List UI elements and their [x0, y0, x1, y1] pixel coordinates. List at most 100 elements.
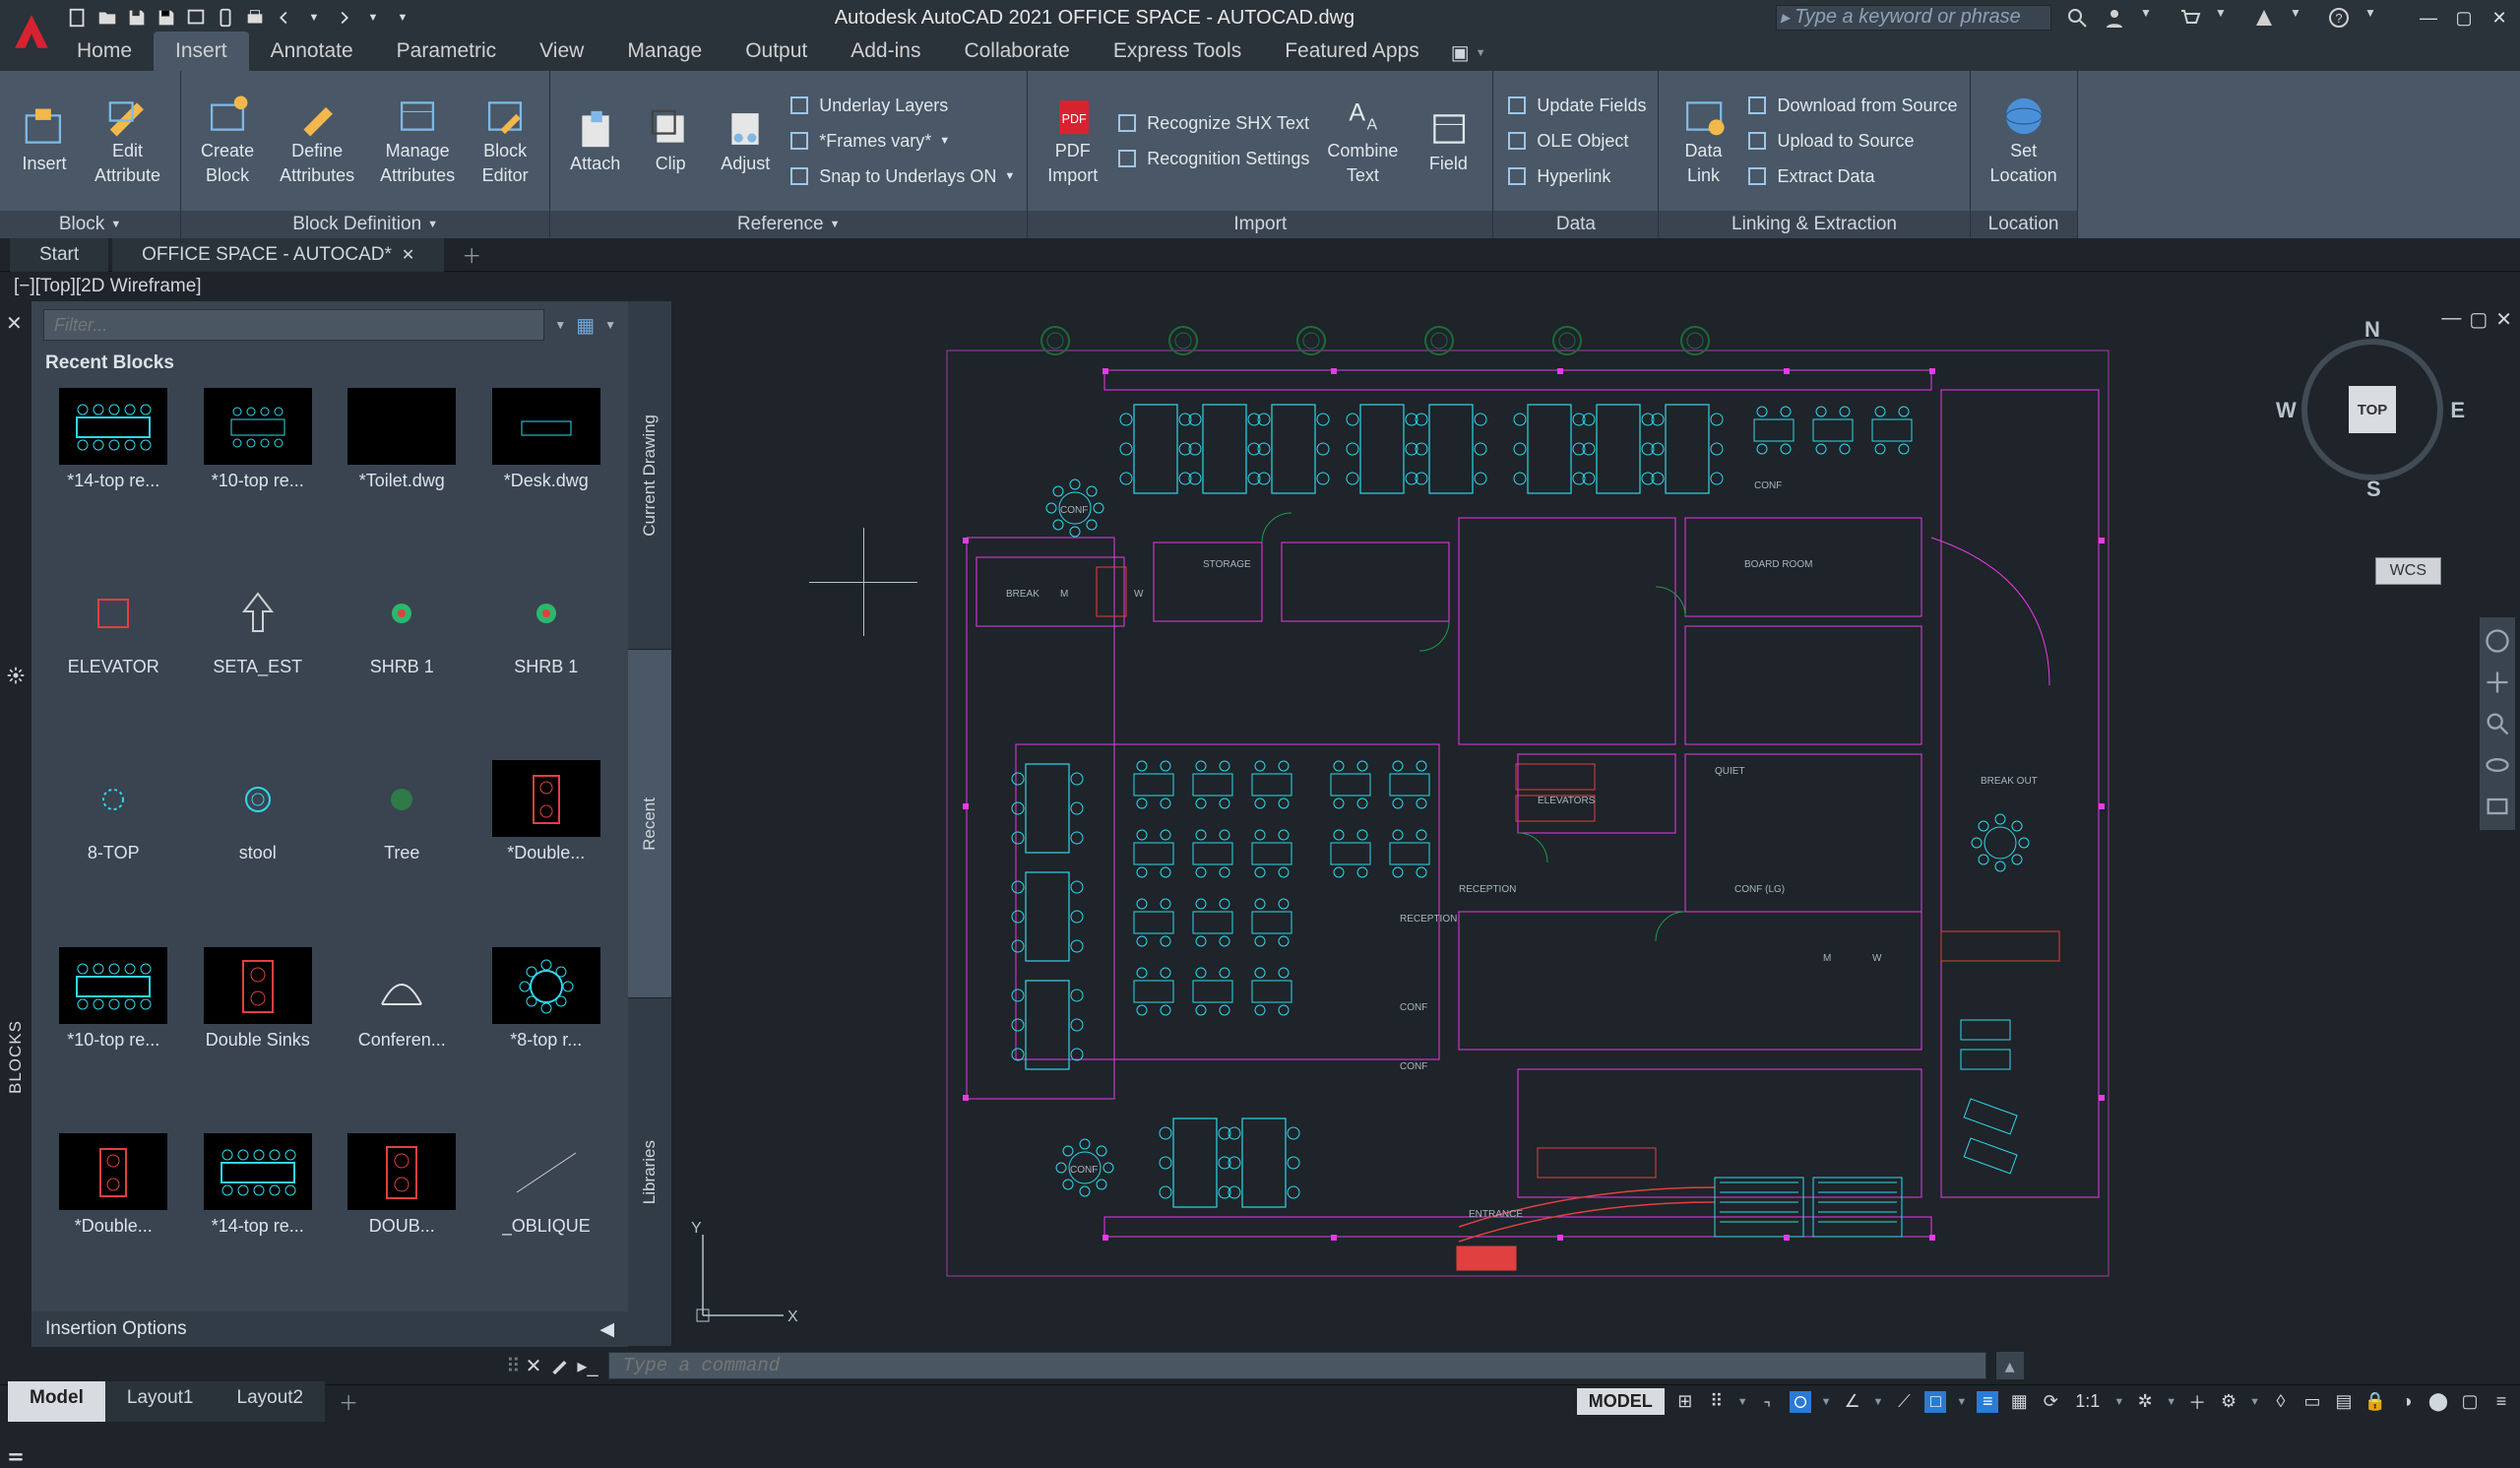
- set-location-button[interactable]: SetLocation: [1983, 92, 2065, 190]
- osnap-icon[interactable]: ⟋: [1893, 1391, 1915, 1413]
- block-item[interactable]: *10-top re...: [190, 388, 327, 556]
- open-icon[interactable]: [96, 7, 118, 29]
- lock-ui-icon[interactable]: 🔒: [2364, 1391, 2386, 1413]
- isodraft-icon[interactable]: ∠: [1842, 1391, 1863, 1413]
- save-icon[interactable]: [126, 7, 148, 29]
- thumb-dd-icon[interactable]: ▼: [604, 318, 616, 332]
- attach-button[interactable]: Attach: [562, 104, 628, 178]
- viewcube-face[interactable]: TOP: [2349, 386, 2396, 433]
- cycling-icon[interactable]: ⟳: [2040, 1391, 2061, 1413]
- recognize-shx-button[interactable]: Recognize SHX Text: [1115, 108, 1309, 138]
- block-item[interactable]: DOUB...: [334, 1133, 471, 1302]
- block-item[interactable]: *Double...: [45, 1133, 182, 1302]
- help-search-input[interactable]: Type a keyword or phrase: [1776, 5, 2051, 31]
- block-item[interactable]: stool: [190, 760, 327, 928]
- signin-dd[interactable]: ▼: [2140, 6, 2164, 30]
- cmd-grip-icon[interactable]: ⠿: [506, 1354, 518, 1378]
- model-space-button[interactable]: MODEL: [1577, 1388, 1665, 1415]
- block-item[interactable]: Conferen...: [334, 947, 471, 1116]
- orbit-icon[interactable]: [2484, 751, 2511, 779]
- block-item[interactable]: SHRB 1: [478, 574, 615, 742]
- vp-close-icon[interactable]: ✕: [2495, 307, 2512, 332]
- transparency-icon[interactable]: ▦: [2008, 1391, 2030, 1413]
- minimize-button[interactable]: —: [2416, 8, 2441, 28]
- osnap2-icon[interactable]: □: [1924, 1391, 1946, 1413]
- blocks-filter-input[interactable]: [43, 309, 544, 341]
- menu-tab-featured-apps[interactable]: Featured Apps: [1263, 32, 1441, 71]
- hardware-accel-icon[interactable]: ⬤: [2427, 1391, 2449, 1413]
- help-dd[interactable]: ▼: [2364, 6, 2388, 30]
- isolate-icon[interactable]: ◑: [2396, 1391, 2418, 1413]
- autodesk-app-icon[interactable]: [2252, 6, 2276, 30]
- maximize-button[interactable]: ▢: [2451, 8, 2477, 28]
- underlay-layers-button[interactable]: Underlay Layers: [788, 91, 1015, 120]
- lineweight-icon[interactable]: ≡: [1977, 1391, 1998, 1413]
- palette-tab-recent[interactable]: Recent: [628, 650, 671, 998]
- plot-icon[interactable]: [244, 7, 266, 29]
- drawing-canvas[interactable]: — ▢ ✕: [671, 301, 2520, 1347]
- menu-tab-manage[interactable]: Manage: [605, 32, 724, 71]
- block-item[interactable]: *10-top re...: [45, 947, 182, 1116]
- showmotion-icon[interactable]: [2484, 793, 2511, 820]
- add-scale-icon[interactable]: ＋: [2186, 1391, 2208, 1413]
- block-item[interactable]: *Double...: [478, 760, 615, 928]
- block-item[interactable]: ELEVATOR: [45, 574, 182, 742]
- menu-tab-express-tools[interactable]: Express Tools: [1092, 32, 1263, 71]
- layout-tab-layout1[interactable]: Layout1: [105, 1381, 216, 1422]
- close-icon[interactable]: ✕: [402, 245, 414, 265]
- manage-attributes-button[interactable]: ManageAttributes: [372, 92, 463, 190]
- menu-tab-add-ins[interactable]: Add-ins: [829, 32, 942, 71]
- command-input[interactable]: [608, 1352, 1986, 1379]
- block-item[interactable]: 8-TOP: [45, 760, 182, 928]
- block-item[interactable]: Tree: [334, 760, 471, 928]
- qat-dd-icon[interactable]: ▼: [392, 7, 413, 29]
- block-item[interactable]: *Toilet.dwg: [334, 388, 471, 556]
- new-icon[interactable]: [67, 7, 89, 29]
- define-attributes-button[interactable]: DefineAttributes: [272, 92, 362, 190]
- block-editor-button[interactable]: BlockEditor: [472, 92, 537, 190]
- pan-icon[interactable]: [2484, 669, 2511, 696]
- help-icon[interactable]: ?: [2327, 6, 2351, 30]
- block-item[interactable]: *14-top re...: [190, 1133, 327, 1302]
- menu-tab-view[interactable]: View: [518, 32, 605, 71]
- recognition-settings-button[interactable]: Recognition Settings: [1115, 144, 1309, 173]
- polar-icon[interactable]: [1790, 1391, 1811, 1413]
- cart-icon[interactable]: [2177, 6, 2201, 30]
- frames-vary-button[interactable]: *Frames vary* ▼: [788, 126, 1015, 156]
- viewcube-e[interactable]: E: [2450, 398, 2465, 423]
- file-tab[interactable]: Start: [10, 238, 108, 272]
- panel-label-block[interactable]: Block ▼: [0, 211, 180, 238]
- block-item[interactable]: Double Sinks: [190, 947, 327, 1116]
- viewcube-w[interactable]: W: [2276, 398, 2297, 423]
- cmd-history-icon[interactable]: ▴: [1996, 1352, 2024, 1379]
- hyperlink-button[interactable]: Hyperlink: [1505, 161, 1646, 191]
- adjust-button[interactable]: Adjust: [713, 104, 778, 178]
- cmd-close-icon[interactable]: ✕: [526, 1354, 542, 1378]
- pdf-import-button[interactable]: PDFPDFImport: [1040, 92, 1105, 190]
- redo-dd-icon[interactable]: ▼: [362, 7, 384, 29]
- block-item[interactable]: _OBLIQUE: [478, 1133, 615, 1302]
- new-tab-button[interactable]: ＋: [448, 236, 495, 273]
- insertion-options[interactable]: Insertion Options ◀: [32, 1311, 628, 1347]
- palette-tab-current-drawing[interactable]: Current Drawing: [628, 301, 671, 650]
- menu-tab-insert[interactable]: Insert: [154, 32, 249, 71]
- anno-monitor-icon[interactable]: ◊: [2270, 1391, 2292, 1413]
- viewport-label[interactable]: [−][Top][2D Wireframe]: [0, 272, 2520, 301]
- viewcube[interactable]: TOP N S E W: [2284, 321, 2461, 498]
- web-icon[interactable]: [185, 7, 207, 29]
- search-icon[interactable]: [2065, 6, 2089, 30]
- steering-wheel-icon[interactable]: [2484, 627, 2511, 655]
- gear-icon[interactable]: ✲: [2134, 1391, 2156, 1413]
- ortho-icon[interactable]: [1758, 1391, 1780, 1413]
- update-fields-button[interactable]: Update Fields: [1505, 91, 1646, 120]
- wcs-badge[interactable]: WCS: [2375, 557, 2441, 585]
- ole-object-button[interactable]: OLE Object: [1505, 126, 1646, 156]
- snap-underlays-button[interactable]: Snap to Underlays ON ▼: [788, 161, 1015, 191]
- file-tab[interactable]: OFFICE SPACE - AUTOCAD*✕: [112, 238, 444, 272]
- menu-tab-parametric[interactable]: Parametric: [375, 32, 519, 71]
- redo-icon[interactable]: [333, 7, 354, 29]
- palette-gear-icon[interactable]: [6, 666, 26, 685]
- create-block-button[interactable]: CreateBlock: [193, 92, 262, 190]
- snap-icon[interactable]: ⠿: [1706, 1391, 1728, 1413]
- block-item[interactable]: *8-top r...: [478, 947, 615, 1116]
